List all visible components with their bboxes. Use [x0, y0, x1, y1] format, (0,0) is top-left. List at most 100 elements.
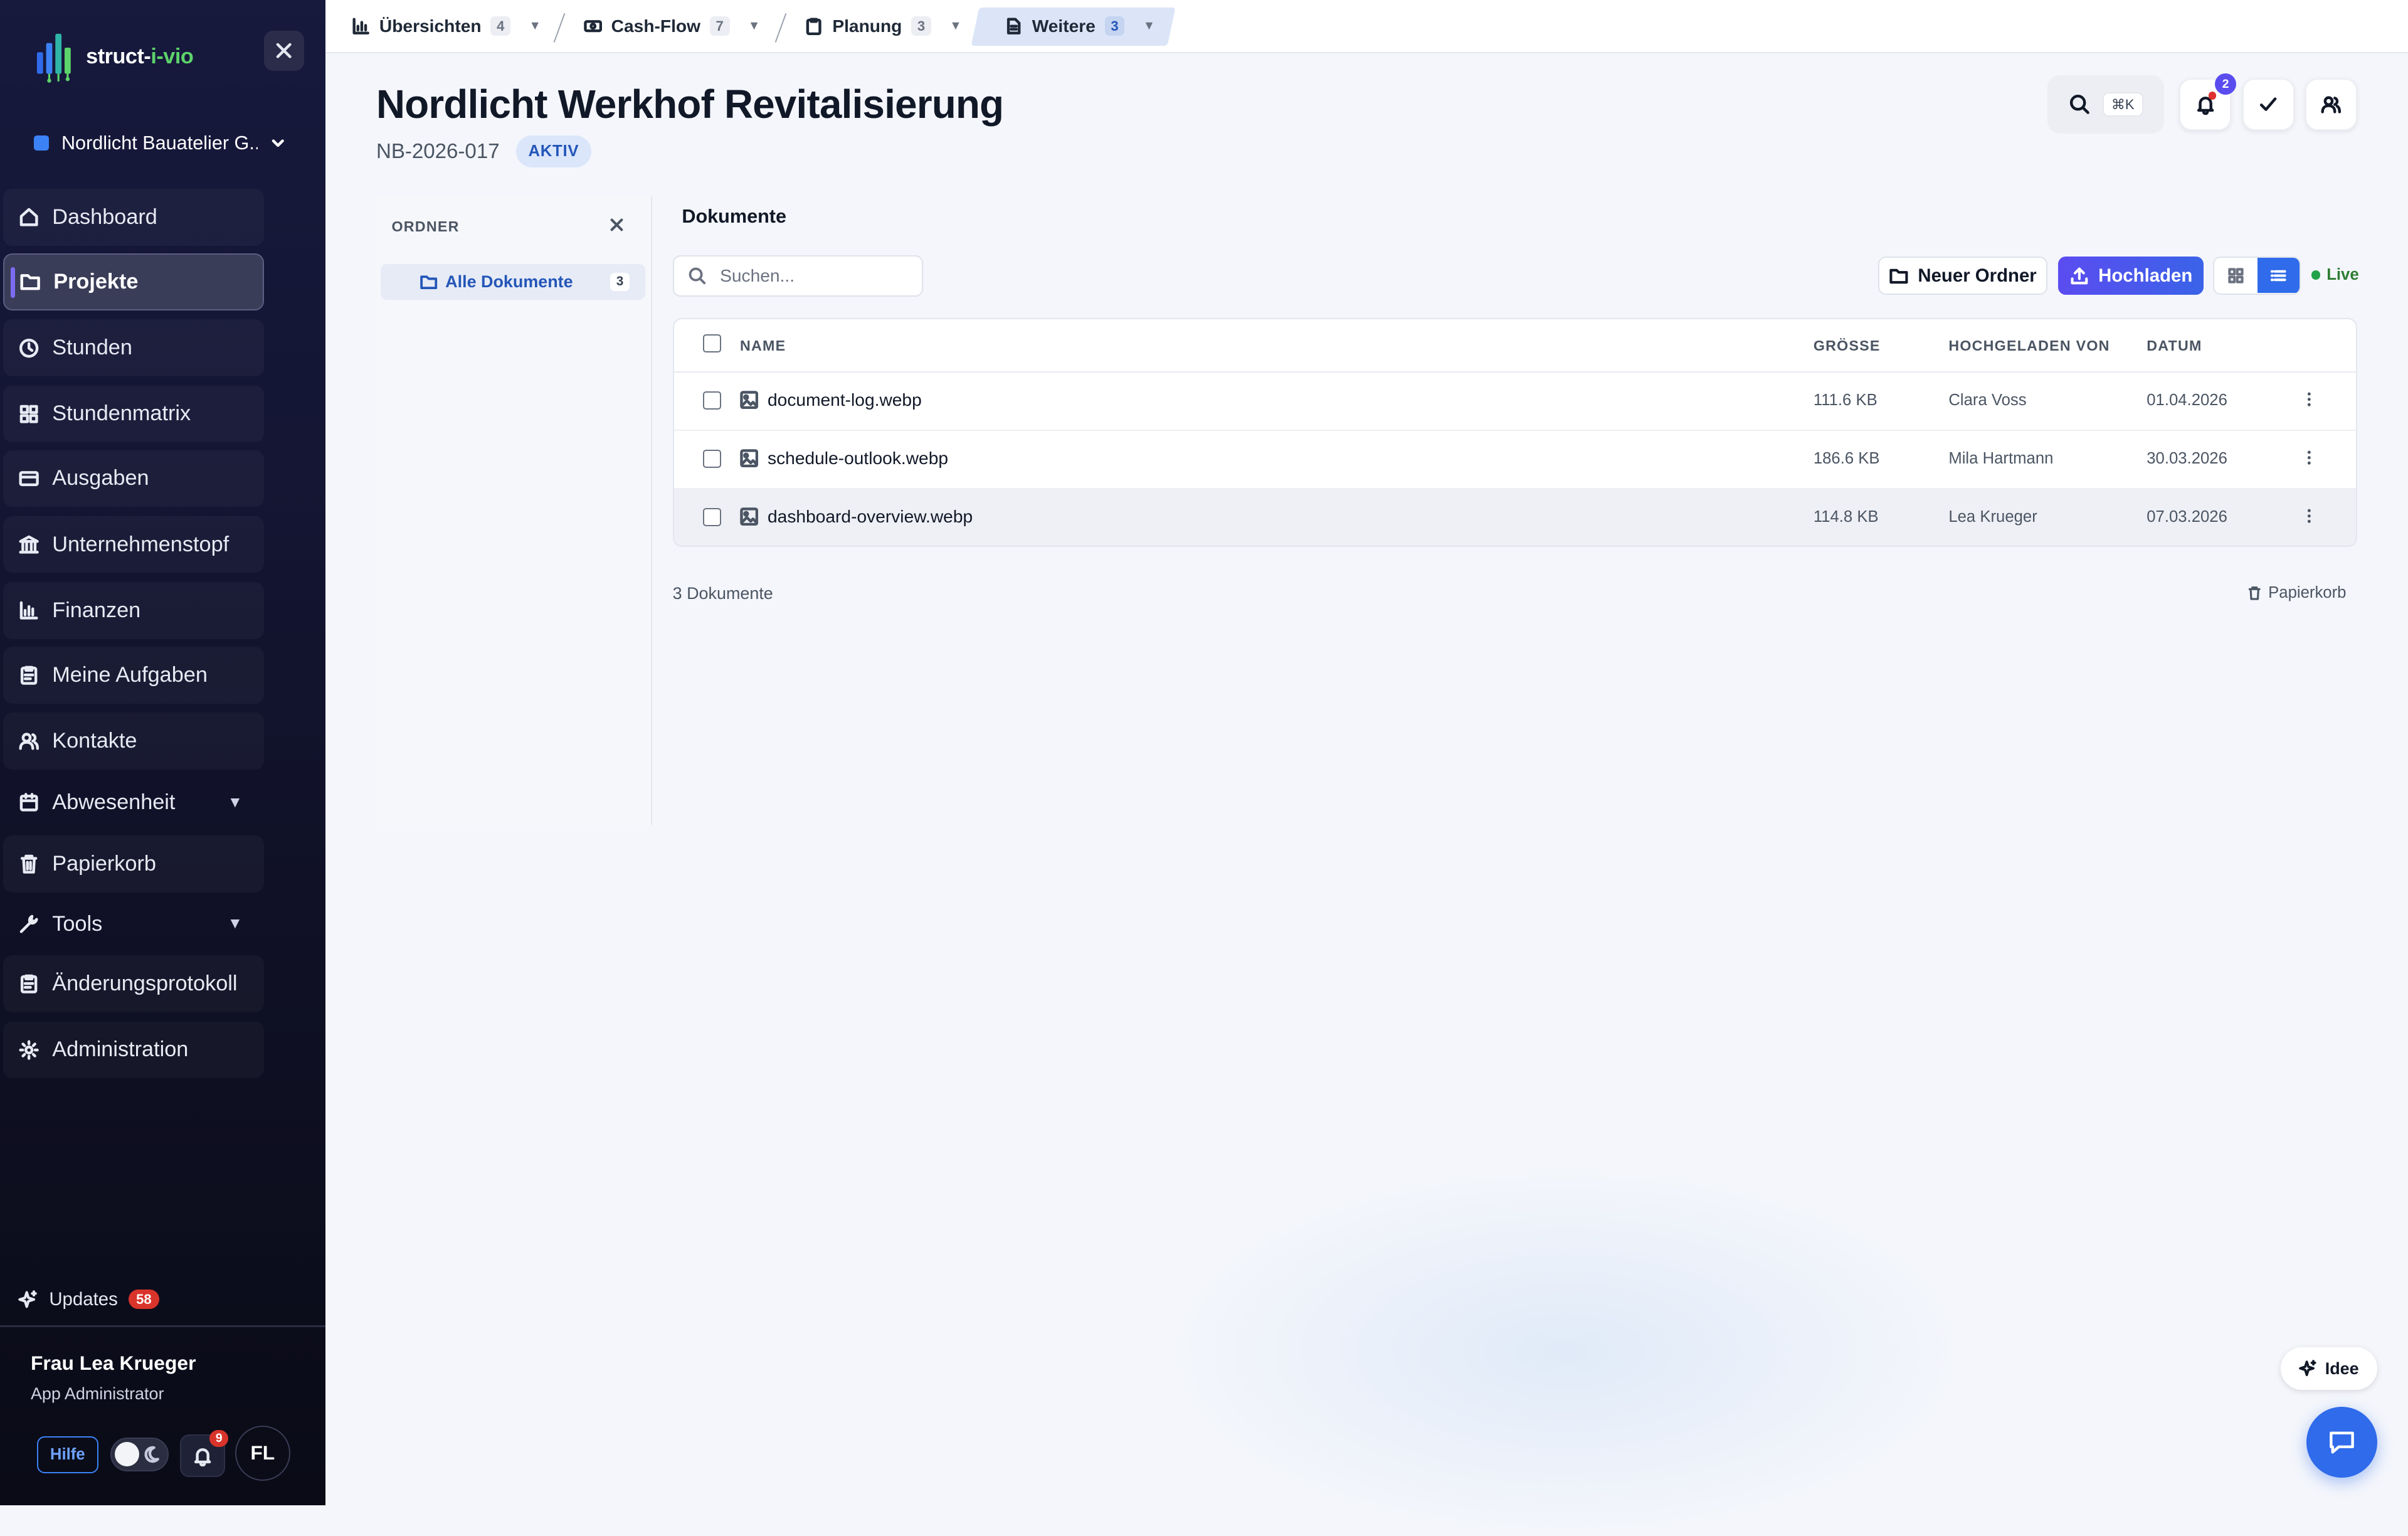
sidebar-item-projekte[interactable]: Projekte — [3, 253, 265, 310]
folder-count: 3 — [610, 272, 630, 291]
moon-icon — [144, 1446, 159, 1463]
trash-link[interactable]: Papierkorb — [2247, 583, 2347, 602]
wrench-icon — [20, 914, 38, 933]
clipboard-icon — [806, 18, 821, 36]
file-name[interactable]: document-log.webp — [768, 390, 922, 410]
image-file-icon — [740, 507, 759, 526]
sparkle-icon — [18, 1290, 38, 1308]
sidebar-item-dashboard[interactable]: Dashboard — [3, 189, 264, 246]
live-dot — [2311, 270, 2321, 280]
more-options-icon[interactable] — [2305, 507, 2314, 525]
tab-dropdown-icon[interactable]: ▼ — [529, 19, 541, 33]
status-badge: AKTIV — [515, 135, 591, 167]
new-folder-button[interactable]: Neuer Ordner — [1878, 256, 2047, 295]
sidebar-notifications-button[interactable]: 9 — [179, 1429, 229, 1478]
sidebar-item-meine-aufgaben[interactable]: Meine Aufgaben — [3, 647, 264, 704]
sidebar-item-unternehmenstopf[interactable]: Unternehmenstopf — [3, 516, 264, 573]
tab-dropdown-icon[interactable]: ▼ — [1143, 19, 1155, 33]
sidebar-item-abwesenheit[interactable]: Abwesenheit ▼ — [3, 774, 261, 831]
close-icon[interactable] — [608, 216, 625, 233]
table-row[interactable]: dashboard-overview.webp 114.8 KB Lea Kru… — [673, 488, 2357, 546]
tab-count: 7 — [709, 16, 730, 36]
folder-panel: ORDNER Alle Dokumente 3 — [376, 196, 653, 825]
sidebar-divider — [0, 1325, 326, 1327]
sidebar: struct-i-vio Nordlicht Bauatelier G... D… — [0, 0, 326, 1506]
column-header-date[interactable]: DATUM — [2147, 337, 2202, 354]
tab-label: Übersichten — [379, 16, 482, 36]
updates-link[interactable]: Updates 58 — [18, 1289, 159, 1310]
notifications-button[interactable]: 2 — [2179, 73, 2237, 131]
idea-button[interactable]: Idee — [2280, 1347, 2378, 1390]
sidebar-item-tools[interactable]: Tools ▼ — [3, 896, 261, 953]
row-checkbox[interactable] — [703, 450, 721, 468]
sidebar-item-label: Finanzen — [52, 598, 141, 622]
tasks-button[interactable] — [2242, 78, 2294, 131]
tab-dropdown-icon[interactable]: ▼ — [949, 19, 961, 33]
row-checkbox[interactable] — [703, 391, 721, 410]
sidebar-item-stunden[interactable]: Stunden — [3, 319, 264, 376]
home-icon — [20, 208, 38, 226]
user-role: App Administrator — [30, 1384, 164, 1403]
banknote-icon — [583, 20, 602, 33]
sidebar-item-administration[interactable]: Administration — [3, 1022, 264, 1079]
search-icon — [689, 267, 705, 285]
more-options-icon[interactable] — [2305, 448, 2314, 467]
grid-view-button[interactable] — [2214, 258, 2258, 293]
more-options-icon[interactable] — [2305, 390, 2314, 408]
tab-weitere[interactable]: Weitere 3 ▼ — [1005, 8, 1155, 45]
file-name[interactable]: schedule-outlook.webp — [768, 448, 948, 469]
document-search — [672, 255, 923, 297]
tab-dropdown-icon[interactable]: ▼ — [748, 19, 760, 33]
grid-icon — [2228, 268, 2244, 283]
sidebar-item-stundenmatrix[interactable]: Stundenmatrix — [3, 386, 264, 443]
sparkle-icon — [2299, 1360, 2316, 1377]
folder-item-all-documents[interactable]: Alle Dokumente 3 — [381, 264, 645, 300]
chat-button[interactable] — [2306, 1407, 2378, 1478]
list-view-button[interactable] — [2257, 257, 2300, 294]
sidebar-item-ausgaben[interactable]: Ausgaben — [3, 450, 264, 507]
company-color-square — [33, 135, 50, 151]
clipboard-icon — [21, 665, 38, 685]
sidebar-item-finanzen[interactable]: Finanzen — [3, 582, 264, 639]
upload-icon — [2071, 267, 2088, 284]
tab-uebersichten[interactable]: Übersichten 4 ▼ — [352, 8, 541, 45]
user-name: Frau Lea Krueger — [30, 1352, 196, 1375]
tab-cash-flow[interactable]: Cash-Flow 7 ▼ — [583, 8, 760, 45]
global-search-button[interactable]: ⌘K — [2047, 75, 2164, 134]
expand-caret-icon: ▼ — [227, 915, 243, 933]
column-header-uploaded-by[interactable]: HOCHGELADEN VON — [1948, 337, 2110, 354]
team-button[interactable] — [2305, 78, 2358, 131]
top-tab-bar: Übersichten 4 ▼ Cash-Flow 7 ▼ Planung 3 … — [325, 0, 2408, 54]
app-logo[interactable]: struct-i-vio — [34, 31, 194, 83]
card-icon — [19, 470, 40, 486]
sidebar-item-aenderungsprotokoll[interactable]: Änderungsprotokoll — [3, 955, 264, 1012]
close-sidebar-button[interactable] — [264, 30, 304, 71]
table-row[interactable]: schedule-outlook.webp 186.6 KB Mila Hart… — [673, 430, 2357, 490]
help-button[interactable]: Hilfe — [36, 1436, 98, 1473]
table-header: NAME GRÖSSE HOCHGELADEN VON DATUM — [673, 319, 2357, 373]
live-label: Live — [2326, 265, 2359, 283]
file-name[interactable]: dashboard-overview.webp — [768, 507, 973, 527]
table-row[interactable]: document-log.webp 111.6 KB Clara Voss 01… — [673, 371, 2357, 432]
trash-label: Papierkorb — [2268, 583, 2347, 601]
column-header-size[interactable]: GRÖSSE — [1814, 337, 1881, 354]
theme-toggle[interactable] — [110, 1438, 169, 1472]
avatar[interactable]: FL — [235, 1425, 290, 1481]
row-checkbox[interactable] — [703, 508, 721, 526]
tab-planung[interactable]: Planung 3 ▼ — [805, 8, 962, 45]
updates-label: Updates — [49, 1288, 118, 1310]
tab-separator — [554, 13, 566, 43]
column-header-name[interactable]: NAME — [740, 337, 786, 354]
company-selector[interactable]: Nordlicht Bauatelier G... — [33, 132, 295, 154]
new-folder-label: Neuer Ordner — [1918, 265, 2037, 286]
upload-button[interactable]: Hochladen — [2057, 256, 2204, 295]
select-all-checkbox[interactable] — [703, 334, 721, 352]
logo-text-main: struct- — [86, 45, 151, 69]
search-input[interactable] — [717, 264, 907, 288]
sidebar-item-papierkorb[interactable]: Papierkorb — [3, 835, 264, 892]
sidebar-item-kontakte[interactable]: Kontakte — [3, 712, 264, 770]
uploaded-by: Clara Voss — [1948, 391, 2027, 410]
sidebar-item-label: Unternehmenstopf — [52, 532, 230, 556]
sidebar-item-label: Stundenmatrix — [52, 401, 191, 426]
file-size: 111.6 KB — [1813, 391, 1877, 410]
